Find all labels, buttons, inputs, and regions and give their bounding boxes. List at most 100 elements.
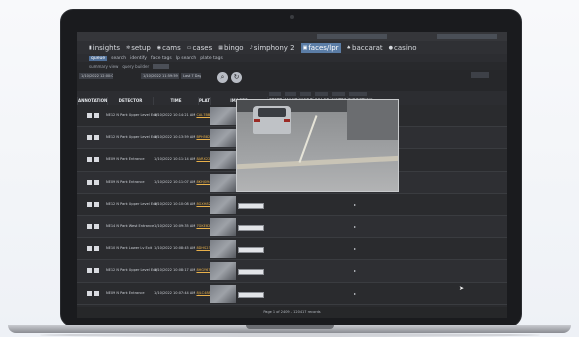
nav-item-5[interactable]: ♪ simphony 2	[250, 44, 295, 52]
end-time-field[interactable]: 1/10/2022 11:59:59 PM	[141, 73, 179, 79]
summary-view-toggle[interactable]: summary view	[89, 64, 118, 69]
edit-icon[interactable]	[94, 157, 99, 163]
nav-item-3[interactable]: ▭ cases	[187, 44, 212, 52]
nav-item-2[interactable]: ◉ cams	[157, 44, 181, 52]
view-icon[interactable]	[87, 157, 92, 163]
subnav-item-0[interactable]: queue	[89, 55, 108, 61]
edit-icon[interactable]	[94, 201, 99, 207]
column-header-3[interactable]: PLATE	[198, 97, 213, 105]
laptop-notch	[246, 325, 334, 329]
faces-icon: ▣	[302, 44, 308, 51]
range-select[interactable]: Last 7 Days	[181, 73, 201, 79]
direction-arrow-icon: ▸	[354, 268, 357, 274]
time-cell: 1/10/2022 10:11:14 AM 8ARX227	[154, 157, 213, 161]
view-select[interactable]	[153, 63, 170, 69]
edit-icon[interactable]	[94, 290, 99, 296]
sub-nav: queue search identify face tags lp search pla…	[77, 54, 507, 62]
edit-icon[interactable]	[94, 224, 99, 229]
view-icon[interactable]	[87, 113, 92, 118]
column-filter-8[interactable]	[315, 92, 328, 96]
search-icon[interactable]: ⌕	[217, 72, 228, 83]
time-value: 1/10/2022 10:08:17 AM	[154, 268, 196, 273]
plate-crop[interactable]	[238, 247, 264, 254]
vehicle-thumbnail[interactable]	[210, 284, 236, 303]
column-filter-10[interactable]	[349, 92, 367, 96]
view-icon[interactable]	[87, 179, 92, 185]
bars-icon: ▮	[89, 44, 92, 51]
edit-icon[interactable]	[94, 135, 99, 141]
nav-item-label: cams	[162, 43, 181, 52]
nav-item-1[interactable]: ✲ setup	[126, 44, 151, 52]
view-icon[interactable]	[87, 268, 92, 274]
edit-icon[interactable]	[94, 113, 99, 118]
refresh-icon[interactable]: ↻	[231, 72, 242, 83]
view-icon[interactable]	[87, 201, 92, 207]
table-row[interactable]: NE10 N Park Lower Lv Exit 1/10/2022 10:08…	[77, 238, 507, 261]
view-icon[interactable]	[87, 290, 92, 296]
vehicle-thumbnail[interactable]	[210, 262, 236, 281]
edit-icon[interactable]	[94, 246, 99, 252]
column-header-2[interactable]: TIME	[153, 97, 198, 105]
view-icon[interactable]	[87, 246, 92, 252]
vehicle-thumbnail[interactable]	[210, 240, 236, 259]
bingo-icon: ▦	[218, 44, 223, 51]
column-filter-6[interactable]	[285, 92, 296, 96]
vehicle-thumbnail[interactable]	[210, 195, 236, 214]
plate-crop[interactable]	[238, 225, 264, 231]
nav-item-4[interactable]: ▦ bingo	[218, 44, 243, 52]
table-row[interactable]: NE12 N Park Upper Level Exit 1/10/2022 10…	[77, 260, 507, 283]
nav-item-7[interactable]: ♠ baccarat	[347, 44, 383, 52]
folder-icon: ▭	[186, 44, 192, 51]
preview-tail-light-right	[284, 119, 290, 122]
column-filter-5[interactable]	[269, 92, 281, 96]
table-row[interactable]: NE14 N Park West Entrance 1/10/2022 10:09…	[77, 216, 507, 239]
time-cell: 1/10/2022 10:08:17 AM 8HGY672	[154, 268, 213, 272]
nav-item-0[interactable]: ▮ insights	[89, 44, 120, 52]
plate-crop[interactable]	[238, 291, 264, 298]
edit-icon[interactable]	[94, 268, 99, 274]
pagination[interactable]: Page 1 of 2409 - 120417 records	[77, 307, 507, 318]
query-builder-toggle[interactable]: query builder	[122, 64, 149, 69]
nav-item-label: simphony 2	[253, 43, 295, 52]
table-row[interactable]: NE09 N Park Entrance 1/10/2022 10:07:44 A…	[77, 282, 507, 305]
top-bar	[77, 32, 507, 41]
preview-tail-light	[254, 119, 260, 122]
plate-link[interactable]: 8JLC488	[196, 291, 210, 295]
nav-item-6[interactable]: ▣ faces/lpr	[300, 42, 341, 53]
image-preview-popup[interactable]	[236, 99, 399, 192]
preview-car-window	[258, 108, 286, 117]
vehicle-thumbnail[interactable]	[210, 218, 236, 236]
subnav-item-4[interactable]: lp search	[176, 56, 197, 61]
time-value: 1/10/2022 10:13:59 AM	[154, 135, 196, 140]
account-selector[interactable]	[317, 34, 387, 39]
plate-crop[interactable]	[238, 202, 264, 209]
nav-item-8[interactable]: ● casino	[389, 44, 417, 52]
subnav-item-5[interactable]: plate tags	[200, 56, 223, 61]
column-header-1[interactable]: DETECTOR	[107, 97, 153, 105]
time-cell: 1/10/2022 10:09:35 AM 7GKE821	[154, 224, 213, 228]
preview-wall	[347, 100, 398, 140]
time-value: 1/10/2022 10:09:35 AM	[154, 224, 196, 228]
vehicle-thumbnail[interactable]	[210, 151, 236, 170]
subnav-item-1[interactable]: search	[111, 56, 126, 61]
page-size-select[interactable]	[471, 72, 489, 78]
user-menu[interactable]	[437, 34, 497, 39]
subnav-item-2[interactable]: identify	[130, 56, 147, 61]
view-icon[interactable]	[87, 135, 92, 141]
vehicle-thumbnail[interactable]	[210, 107, 236, 125]
start-time-field[interactable]: 1/10/2022 12:00:00 AM	[79, 73, 113, 79]
plate-crop[interactable]	[238, 269, 264, 276]
table-row[interactable]: NE12 N Park Upper Level Exit 1/10/2022 10…	[77, 193, 507, 216]
view-icon[interactable]	[87, 224, 92, 229]
column-header-0[interactable]: ANNOTATIONS	[77, 97, 110, 105]
detector-cell: NE12 N Park Upper Level Exit	[106, 135, 158, 140]
subnav-item-3[interactable]: face tags	[151, 56, 172, 61]
gear-icon: ✲	[126, 44, 131, 51]
column-filter-7[interactable]	[300, 92, 311, 96]
nav-item-label: bingo	[224, 43, 244, 52]
column-filter-9[interactable]	[332, 92, 345, 96]
direction-arrow-icon: ▸	[354, 290, 357, 296]
vehicle-thumbnail[interactable]	[210, 129, 236, 148]
edit-icon[interactable]	[94, 179, 99, 185]
vehicle-thumbnail[interactable]	[210, 173, 236, 192]
